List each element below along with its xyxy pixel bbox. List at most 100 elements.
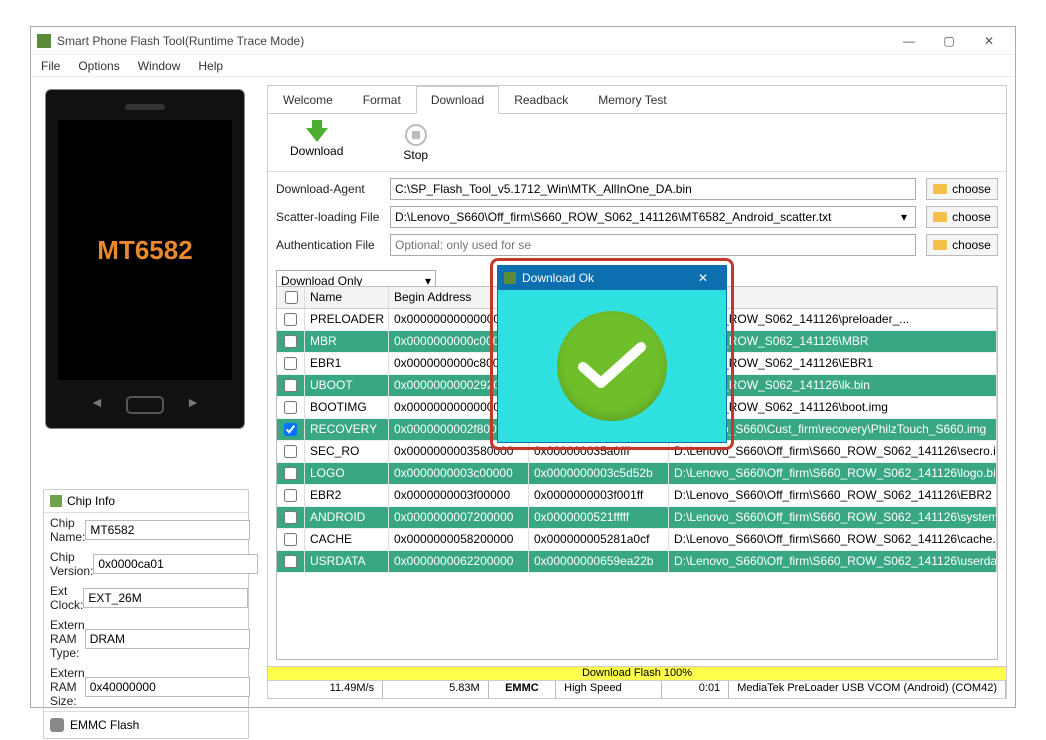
cell-name: LOGO <box>305 463 389 484</box>
cell-begin-address: 0x0000000062200000 <box>389 551 529 572</box>
tab-download[interactable]: Download <box>416 86 499 114</box>
row-checkbox[interactable] <box>284 357 297 370</box>
tab-memtest[interactable]: Memory Test <box>583 86 681 113</box>
tab-format[interactable]: Format <box>348 86 416 113</box>
dialog-title: Download Ok <box>522 271 594 285</box>
table-row[interactable]: EBR20x0000000003f000000x0000000003f001ff… <box>277 485 997 507</box>
da-path-field[interactable] <box>390 178 916 200</box>
minimize-button[interactable]: — <box>889 29 929 53</box>
auth-choose-button[interactable]: choose <box>926 234 998 256</box>
cell-name: USRDATA <box>305 551 389 572</box>
download-arrow-icon <box>306 128 328 142</box>
auth-label: Authentication File <box>276 238 390 252</box>
phone-preview: MT6582 ◄ ► <box>45 89 245 429</box>
menu-options[interactable]: Options <box>78 59 119 73</box>
row-checkbox[interactable] <box>284 379 297 392</box>
scatter-choose-button[interactable]: choose <box>926 206 998 228</box>
cell-location: D:\Lenovo_S660\Off_firm\S660_ROW_S062_14… <box>669 485 997 506</box>
cell-name: SEC_RO <box>305 441 389 462</box>
phone-screen: MT6582 <box>58 120 232 380</box>
table-row[interactable]: USRDATA0x00000000622000000x00000000659ea… <box>277 551 997 573</box>
stop-icon <box>405 124 427 146</box>
chip-ver-field[interactable] <box>93 554 258 574</box>
stop-button[interactable]: Stop <box>403 124 428 162</box>
tabs: Welcome Format Download Readback Memory … <box>268 86 1006 114</box>
tab-welcome[interactable]: Welcome <box>268 86 348 113</box>
header-checkbox[interactable] <box>285 291 298 304</box>
home-icon <box>126 396 164 414</box>
dialog-close-button[interactable]: ✕ <box>686 271 720 285</box>
speaker-icon <box>125 104 165 110</box>
chip-label: MT6582 <box>97 235 192 266</box>
chip-name-field[interactable] <box>85 520 250 540</box>
label-ram-size: Extern RAM Size: <box>50 666 85 708</box>
cell-name: BOOTIMG <box>305 397 389 418</box>
row-checkbox[interactable] <box>284 555 297 568</box>
table-row[interactable]: LOGO0x0000000003c000000x0000000003c5d52b… <box>277 463 997 485</box>
row-checkbox[interactable] <box>284 423 297 436</box>
download-button[interactable]: Download <box>290 128 343 158</box>
download-label: Download <box>290 144 343 158</box>
status-bar: Download Flash 100% 11.49M/s 5.83M EMMC … <box>268 666 1006 698</box>
scatter-label: Scatter-loading File <box>276 210 390 224</box>
cell-location: D:\Lenovo_S660\Off_firm\S660_ROW_S062_14… <box>669 529 997 550</box>
da-choose-button[interactable]: choose <box>926 178 998 200</box>
ram-size-field[interactable] <box>85 677 250 697</box>
menu-help[interactable]: Help <box>198 59 223 73</box>
prev-icon: ◄ <box>90 394 104 410</box>
close-button[interactable]: ✕ <box>969 29 1009 53</box>
status-emmc: EMMC <box>489 681 556 698</box>
window-title: Smart Phone Flash Tool(Runtime Trace Mod… <box>57 34 889 48</box>
row-checkbox[interactable] <box>284 489 297 502</box>
cell-end-address: 0x00000000659ea22b <box>529 551 669 572</box>
row-checkbox[interactable] <box>284 445 297 458</box>
table-row[interactable]: CACHE0x00000000582000000x000000005281a0c… <box>277 529 997 551</box>
stop-label: Stop <box>403 148 428 162</box>
tab-readback[interactable]: Readback <box>499 86 583 113</box>
cell-end-address: 0x0000000521fffff <box>529 507 669 528</box>
cell-begin-address: 0x0000000003f00000 <box>389 485 529 506</box>
dialog-titlebar: Download Ok ✕ <box>498 266 726 290</box>
row-checkbox[interactable] <box>284 313 297 326</box>
cell-location: D:\Lenovo_S660\Off_firm\S660_ROW_S062_14… <box>669 507 997 528</box>
auth-path-field[interactable] <box>390 234 916 256</box>
ext-clock-field[interactable] <box>83 588 248 608</box>
cell-location: D:\Lenovo_S660\Off_firm\S660_ROW_S062_14… <box>669 551 997 572</box>
row-checkbox[interactable] <box>284 467 297 480</box>
chevron-down-icon: ▾ <box>897 210 911 224</box>
row-checkbox[interactable] <box>284 533 297 546</box>
status-time: 0:01 <box>662 681 729 698</box>
folder-icon <box>933 212 947 222</box>
cell-end-address: 0x0000000003f001ff <box>529 485 669 506</box>
emmc-label: EMMC Flash <box>70 718 139 732</box>
cell-location: D:\Lenovo_S660\Off_firm\S660_ROW_S062_14… <box>669 463 997 484</box>
col-name: Name <box>305 287 389 308</box>
label-ram-type: Extern RAM Type: <box>50 618 85 660</box>
row-checkbox[interactable] <box>284 511 297 524</box>
row-checkbox[interactable] <box>284 401 297 414</box>
cell-begin-address: 0x0000000058200000 <box>389 529 529 550</box>
table-row[interactable]: ANDROID0x00000000072000000x0000000521fff… <box>277 507 997 529</box>
folder-icon <box>933 184 947 194</box>
menu-window[interactable]: Window <box>138 59 181 73</box>
menu-file[interactable]: File <box>41 59 60 73</box>
download-ok-dialog: Download Ok ✕ <box>497 265 727 443</box>
maximize-button[interactable]: ▢ <box>929 29 969 53</box>
dialog-app-icon <box>504 272 516 284</box>
cell-name: EBR2 <box>305 485 389 506</box>
status-speed: 11.49M/s <box>268 681 383 698</box>
chip-info-header: Chip Info <box>67 494 115 508</box>
ram-type-field[interactable] <box>85 629 250 649</box>
row-checkbox[interactable] <box>284 335 297 348</box>
chip-icon <box>50 495 62 507</box>
titlebar: Smart Phone Flash Tool(Runtime Trace Mod… <box>31 27 1015 55</box>
gear-icon <box>50 718 64 732</box>
toolbar: Download Stop <box>268 114 1006 172</box>
cell-name: RECOVERY <box>305 419 389 440</box>
cell-name: CACHE <box>305 529 389 550</box>
label-ext-clock: Ext Clock: <box>50 584 83 612</box>
status-size: 5.83M <box>383 681 489 698</box>
download-ok-highlight: Download Ok ✕ <box>490 258 734 450</box>
cell-begin-address: 0x0000000003c00000 <box>389 463 529 484</box>
scatter-path-combo[interactable]: D:\Lenovo_S660\Off_firm\S660_ROW_S062_14… <box>390 206 916 228</box>
